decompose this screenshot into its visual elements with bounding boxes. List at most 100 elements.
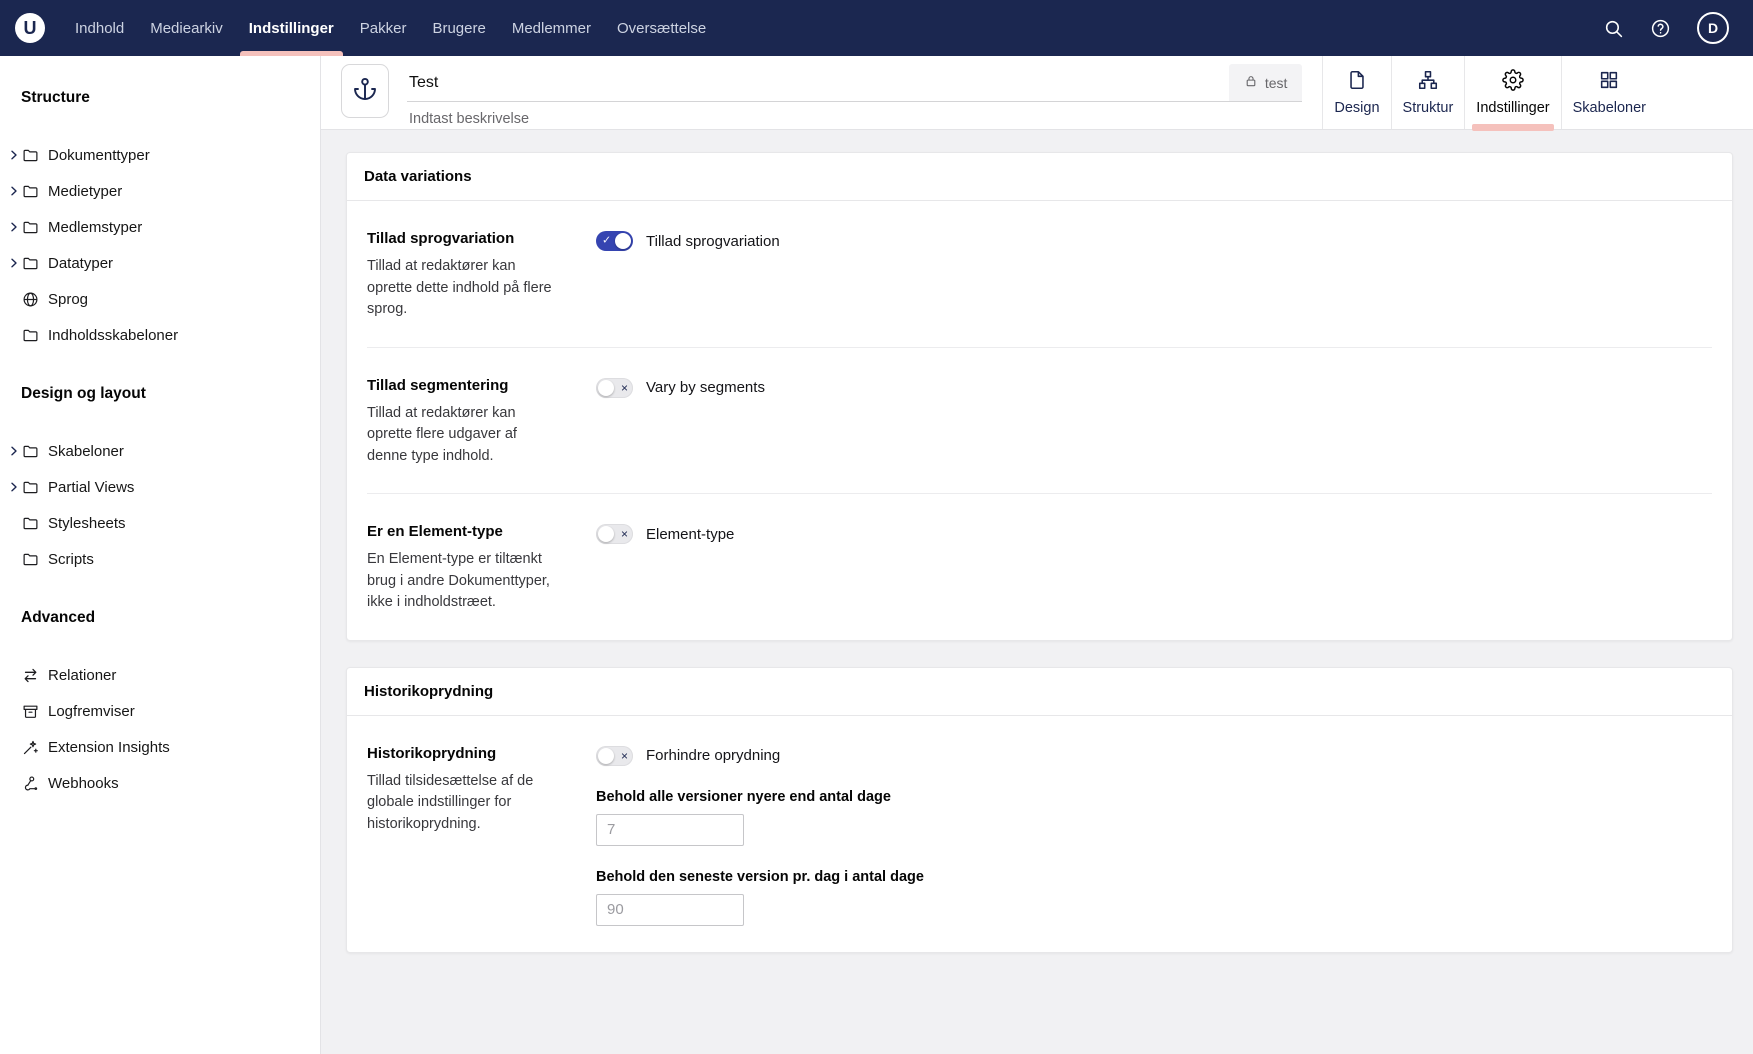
sidebar-item-label: Datatyper (48, 255, 113, 272)
sidebar-item-relationer[interactable]: Relationer (0, 657, 320, 693)
nav-item-brugere[interactable]: Brugere (419, 0, 498, 56)
sidebar-item-medlemstyper[interactable]: Medlemstyper (0, 209, 320, 245)
content-tabs: Design Struktur Indstillinger Skabeloner (1322, 56, 1657, 129)
sidebar-item-sprog[interactable]: Sprog (0, 281, 320, 317)
sidebar-heading-structure: Structure (21, 89, 320, 107)
sidebar-item-label: Skabeloner (48, 443, 124, 460)
sidebar-item-label: Dokumenttyper (48, 147, 150, 164)
setting-description: Tillad at redaktører kan oprette flere u… (367, 403, 552, 468)
chevron-right-icon[interactable] (8, 445, 22, 457)
chevron-right-icon[interactable] (8, 481, 22, 493)
check-icon: ✓ (602, 236, 611, 247)
data-variations-card: Data variations Tillad sprogvariation Ti… (346, 152, 1733, 641)
sidebar-item-label: Webhooks (48, 775, 119, 792)
toggle-label: Element-type (646, 526, 734, 543)
relations-icon (22, 667, 39, 684)
sidebar-item-label: Scripts (48, 551, 94, 568)
tab-label: Struktur (1403, 100, 1454, 116)
sidebar-item-medietyper[interactable]: Medietyper (0, 173, 320, 209)
sidebar-item-label: Extension Insights (48, 739, 170, 756)
toggle-knob (598, 526, 614, 542)
nav-item-mediearkiv[interactable]: Mediearkiv (137, 0, 236, 56)
folder-icon (22, 255, 39, 272)
tab-label: Design (1334, 100, 1379, 116)
avatar[interactable]: D (1697, 12, 1729, 44)
chevron-right-icon[interactable] (8, 221, 22, 233)
chevron-right-icon[interactable] (8, 149, 22, 161)
log-viewer-icon (22, 703, 39, 720)
x-icon: × (621, 528, 628, 540)
sidebar-item-label: Sprog (48, 291, 88, 308)
nav-item-indhold[interactable]: Indhold (62, 0, 137, 56)
setting-description: En Element-type er tiltænkt brug i andre… (367, 549, 552, 614)
sidebar-item-label: Indholdsskabeloner (48, 327, 178, 344)
sidebar-item-logfremviser[interactable]: Logfremviser (0, 693, 320, 729)
setting-description: Tillad at redaktører kan oprette dette i… (367, 256, 552, 321)
nav-item-indstillinger[interactable]: Indstillinger (236, 0, 347, 56)
sidebar-item-datatyper[interactable]: Datatyper (0, 245, 320, 281)
tab-indstillinger[interactable]: Indstillinger (1464, 56, 1560, 129)
sidebar-item-label: Relationer (48, 667, 116, 684)
search-icon[interactable] (1603, 18, 1624, 39)
chevron-right-icon[interactable] (8, 185, 22, 197)
sidebar-item-indholdsskabeloner[interactable]: Indholdsskabeloner (0, 317, 320, 353)
name-input[interactable] (407, 64, 1229, 101)
sidebar-item-extension-insights[interactable]: Extension Insights (0, 729, 320, 765)
folder-icon (22, 183, 39, 200)
top-navigation: U Indhold Mediearkiv Indstillinger Pakke… (0, 0, 1753, 56)
nav-item-pakker[interactable]: Pakker (347, 0, 420, 56)
sidebar-item-webhooks[interactable]: Webhooks (0, 765, 320, 801)
sidebar-item-label: Medlemstyper (48, 219, 142, 236)
sidebar-item-dokumenttyper[interactable]: Dokumenttyper (0, 137, 320, 173)
umbraco-logo[interactable]: U (15, 13, 45, 43)
sidebar-item-partial-views[interactable]: Partial Views (0, 469, 320, 505)
tab-design[interactable]: Design (1322, 56, 1390, 129)
sidebar-item-stylesheets[interactable]: Stylesheets (0, 505, 320, 541)
nav-item-oversaettelse[interactable]: Oversættelse (604, 0, 719, 56)
toggle-element-type[interactable]: × (596, 524, 633, 544)
anchor-icon (352, 76, 378, 107)
help-icon[interactable] (1650, 18, 1671, 39)
folder-icon (22, 327, 39, 344)
lock-icon (1244, 74, 1258, 91)
tab-struktur[interactable]: Struktur (1391, 56, 1465, 129)
description-input[interactable] (407, 102, 1302, 127)
keep-latest-version-label: Behold den seneste version pr. dag i ant… (596, 869, 1712, 885)
wand-icon (22, 739, 39, 756)
setting-label: Tillad sprogvariation (367, 230, 572, 247)
keep-latest-version-input[interactable] (596, 894, 744, 926)
card-title: Historikoprydning (347, 668, 1732, 716)
folder-icon (22, 479, 39, 496)
toggle-label: Forhindre oprydning (646, 747, 780, 764)
setting-description: Tillad tilsidesættelse af de globale ind… (367, 771, 552, 836)
sidebar-item-label: Stylesheets (48, 515, 126, 532)
folder-icon (22, 551, 39, 568)
sidebar-item-skabeloner[interactable]: Skabeloner (0, 433, 320, 469)
document-type-icon-picker[interactable] (341, 64, 389, 118)
sidebar-heading-advanced: Advanced (21, 609, 320, 627)
toggle-label: Tillad sprogvariation (646, 233, 780, 250)
chevron-right-icon[interactable] (8, 257, 22, 269)
folder-icon (22, 219, 39, 236)
toggle-knob (598, 380, 614, 396)
toggle-knob (598, 748, 614, 764)
toggle-vary-by-segments[interactable]: × (596, 378, 633, 398)
nav-item-medlemmer[interactable]: Medlemmer (499, 0, 604, 56)
toggle-forhindre-oprydning[interactable]: × (596, 746, 633, 766)
gear-icon (1502, 69, 1524, 95)
toggle-tillad-sprogvariation[interactable]: ✓ (596, 231, 633, 251)
sidebar-item-scripts[interactable]: Scripts (0, 541, 320, 577)
webhook-icon (22, 775, 39, 792)
sidebar-item-label: Logfremviser (48, 703, 135, 720)
sidebar-item-label: Partial Views (48, 479, 134, 496)
tab-skabeloner[interactable]: Skabeloner (1561, 56, 1657, 129)
tab-label: Indstillinger (1476, 100, 1549, 116)
setting-row-tillad-segmentering: Tillad segmentering Tillad at redaktører… (367, 348, 1712, 495)
keep-all-versions-input[interactable] (596, 814, 744, 846)
grid-icon (1598, 69, 1620, 95)
sitemap-icon (1417, 69, 1439, 95)
toggle-knob (615, 233, 631, 249)
setting-label: Er en Element-type (367, 523, 572, 540)
sidebar-tree: Structure Dokumenttyper Medietyper Medle… (0, 56, 321, 1054)
alias-chip[interactable]: test (1229, 64, 1303, 101)
